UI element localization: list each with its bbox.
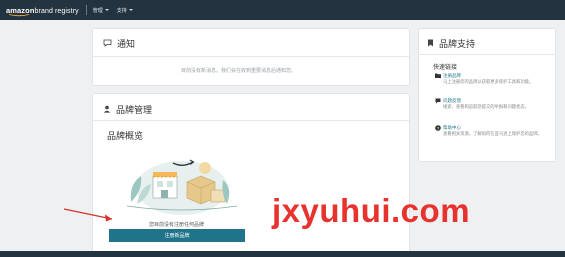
- bookmark-icon: [427, 39, 434, 49]
- nav-divider: [85, 5, 87, 15]
- brand-management-title: 品牌管理: [116, 105, 153, 115]
- support-item-help-center: ? 帮助中心 查看相关资源，了解如何在亚马逊上保护您的品牌。: [435, 125, 545, 137]
- annotation-arrow-icon: [63, 208, 113, 222]
- folder-icon: [435, 73, 443, 85]
- help-icon: ?: [435, 125, 443, 137]
- brand-illustration-image: [127, 159, 237, 215]
- notifications-header: 通知: [103, 37, 135, 50]
- logo-brand-registry-text: brand registry: [34, 7, 79, 15]
- user-icon: [103, 105, 111, 115]
- amazon-smile-icon: [8, 13, 30, 16]
- chevron-down-icon: [104, 9, 109, 11]
- chat-icon: [435, 98, 443, 110]
- brand-support-header: 品牌支持: [427, 37, 475, 50]
- top-navbar: amazon brand registry 管理 支持: [0, 0, 565, 20]
- amazon-brand-registry-logo[interactable]: amazon brand registry: [6, 6, 79, 16]
- watermark-text: jxyuhui.com: [272, 192, 471, 229]
- notifications-empty-text: 目前没有新消息。我们会在收到重要消息后通知您。: [181, 68, 297, 74]
- no-brands-text: 您目前没有注册任何品牌: [149, 222, 205, 228]
- chevron-down-icon: [128, 9, 133, 11]
- notifications-divider: [93, 56, 409, 57]
- sun-shape: [199, 162, 211, 174]
- brand-support-card: 品牌支持 快速链接 注册品牌 马上注册您的品牌以获取更多保护工具和功能。 问题反…: [418, 28, 556, 162]
- quick-links-label: 快速链接: [433, 65, 458, 71]
- nav-menu-support[interactable]: 支持: [117, 7, 133, 14]
- notifications-title: 通知: [117, 39, 136, 49]
- support-desc-feedback: 搜索、查看和追踪您提交的举报和问题状态。: [443, 104, 529, 109]
- notifications-card: 通知 目前没有新消息。我们会在收到重要消息后通知您。: [92, 28, 410, 86]
- nav-menu-support-label: 支持: [116, 7, 127, 14]
- support-desc-register-brand: 马上注册您的品牌以获取更多保护工具和功能。: [443, 79, 534, 84]
- brand-overview-title: 品牌概览: [107, 131, 144, 141]
- message-icon: [103, 39, 112, 49]
- nav-menu-manage[interactable]: 管理: [93, 7, 109, 14]
- brand-management-divider: [93, 120, 409, 121]
- register-new-brand-button[interactable]: 注册新品牌: [109, 229, 245, 242]
- bottom-strip: [0, 251, 565, 257]
- support-desc-help-center: 查看相关资源，了解如何在亚马逊上保护您的品牌。: [443, 131, 542, 136]
- brand-management-header: 品牌管理: [103, 103, 152, 116]
- support-item-register-brand: 注册品牌 马上注册您的品牌以获取更多保护工具和功能。: [435, 73, 545, 85]
- nav-menu-manage-label: 管理: [92, 7, 103, 14]
- brand-support-title: 品牌支持: [439, 39, 476, 49]
- brand-support-divider: [419, 54, 555, 55]
- support-item-feedback: 问题反馈 搜索、查看和追踪您提交的举报和问题状态。: [435, 98, 545, 110]
